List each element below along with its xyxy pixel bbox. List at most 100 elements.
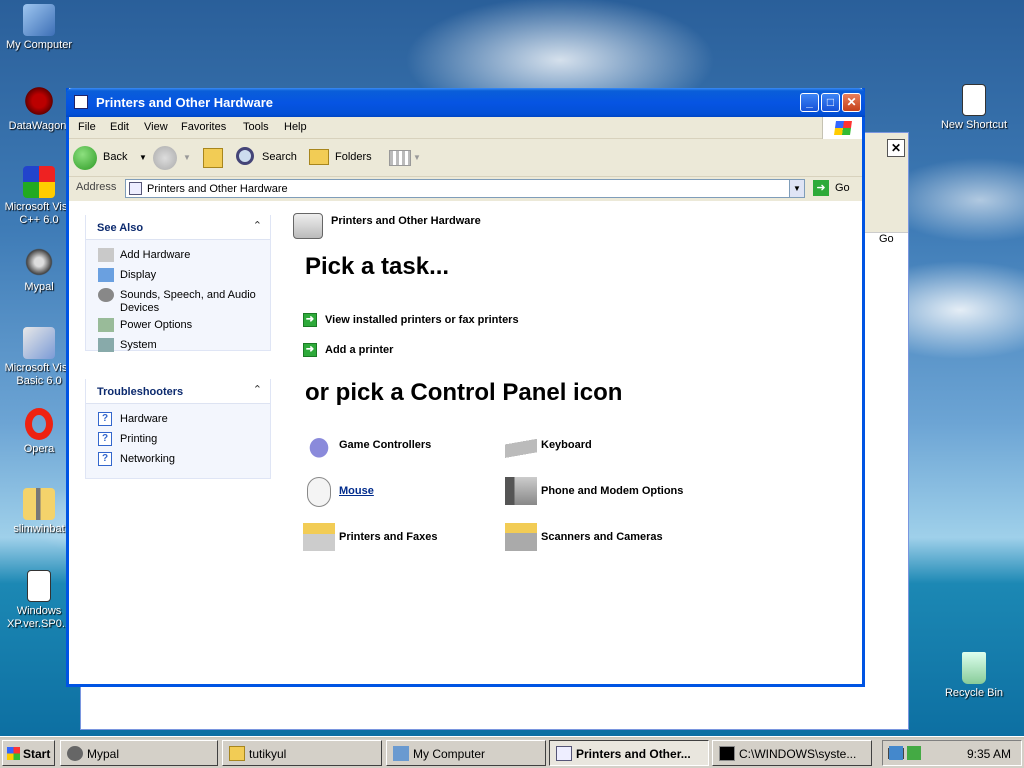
help-icon: ? [98, 452, 112, 466]
troubleshooter-networking[interactable]: ? Networking [86, 450, 270, 470]
maximize-button[interactable]: □ [821, 93, 840, 112]
collapse-chevron-icon[interactable]: ⌃ [253, 219, 262, 232]
mouse-icon [307, 477, 331, 507]
cp-game-controllers[interactable]: Game Controllers [303, 431, 483, 459]
task-view-printers[interactable]: ➜ View installed printers or fax printers [303, 313, 583, 329]
display-icon [98, 268, 114, 282]
pick-task-heading: Pick a task... [305, 253, 450, 280]
back-dropdown-icon[interactable]: ▼ [139, 153, 147, 162]
menu-bar: File Edit View Favorites Tools Help [69, 117, 862, 139]
network-tray-icon-2[interactable] [907, 746, 921, 760]
cp-mouse[interactable]: Mouse [303, 477, 483, 511]
raccoon-icon [23, 246, 55, 278]
system-tray: 9:35 AM [882, 740, 1022, 766]
gamepad-icon [303, 431, 335, 459]
search-icon [236, 147, 254, 165]
raccoon-icon [67, 746, 83, 761]
datawagon-icon [23, 85, 55, 117]
up-folder-button[interactable] [201, 146, 227, 170]
menu-help[interactable]: Help [284, 121, 307, 133]
desktop-icon-label: My Computer [5, 39, 73, 51]
desktop-icon-my-computer[interactable]: My Computer [0, 4, 78, 52]
console-icon [719, 746, 735, 761]
printer-folder-icon [303, 523, 335, 551]
main-window[interactable]: Printers and Other Hardware _ □ ✕ File E… [66, 88, 865, 687]
taskbar-command-prompt[interactable]: C:\WINDOWS\syste... [712, 740, 872, 766]
address-dropdown-button[interactable]: ▼ [789, 180, 804, 197]
keyboard-icon [505, 431, 537, 459]
folder-icon [309, 149, 329, 165]
document-icon [27, 570, 51, 602]
see-also-system[interactable]: System [86, 336, 270, 356]
see-also-display[interactable]: Display [86, 266, 270, 286]
phone-icon [505, 477, 537, 505]
speaker-icon [98, 288, 114, 302]
desktop-icon-label: New Shortcut [940, 119, 1008, 131]
forward-dropdown-icon[interactable]: ▼ [183, 153, 191, 162]
minimize-button[interactable]: _ [800, 93, 819, 112]
cp-printers-faxes[interactable]: Printers and Faxes [303, 523, 483, 553]
desktop-icon-recycle-bin[interactable]: Recycle Bin [935, 652, 1013, 700]
taskbar: Start Mypal tutikyul My Computer Printer… [0, 736, 1024, 768]
add-hardware-icon [98, 248, 114, 262]
troubleshooter-hardware[interactable]: ? Hardware [86, 410, 270, 430]
troubleshooters-panel: Troubleshooters ⌃ ? Hardware ? Printing ? N… [85, 379, 271, 479]
cp-phone-modem[interactable]: Phone and Modem Options [505, 477, 705, 507]
desktop-icon-label: Recycle Bin [944, 687, 1004, 699]
taskbar-mypal[interactable]: Mypal [60, 740, 218, 766]
back-button[interactable]: Back ▼ [73, 146, 153, 170]
folders-button[interactable]: Folders [307, 146, 377, 170]
windows-logo-icon [822, 117, 862, 139]
cp-keyboard[interactable]: Keyboard [505, 431, 685, 459]
recycle-bin-icon [962, 652, 986, 684]
clock: 9:35 AM [966, 747, 1011, 761]
visual-basic-icon [23, 327, 55, 359]
task-add-printer[interactable]: ➜ Add a printer [303, 343, 503, 359]
opera-icon [25, 408, 53, 440]
menu-edit[interactable]: Edit [110, 121, 129, 133]
forward-button[interactable]: ▼ [153, 146, 193, 170]
taskbar-printers[interactable]: Printers and Other... [549, 740, 709, 766]
category-printer-icon [293, 213, 323, 239]
troubleshooters-header[interactable]: Troubleshooters ⌃ [86, 379, 270, 404]
printer-small-icon [129, 182, 142, 195]
address-label: Address [76, 181, 117, 193]
back-arrow-icon [73, 146, 97, 170]
see-also-add-hardware[interactable]: Add Hardware [86, 246, 270, 266]
pick-icon-heading: or pick a Control Panel icon [305, 379, 623, 406]
taskbar-my-computer[interactable]: My Computer [386, 740, 546, 766]
window-titlebar[interactable]: Printers and Other Hardware _ □ ✕ [66, 88, 865, 117]
content-area: See Also ⌃ Add Hardware Display Sounds, … [69, 201, 862, 684]
window-title: Printers and Other Hardware [96, 95, 273, 110]
desktop-icon-new-shortcut[interactable]: New Shortcut [935, 84, 1013, 132]
menu-favorites[interactable]: Favorites [181, 121, 226, 133]
visual-cpp-icon [23, 166, 55, 198]
see-also-header[interactable]: See Also ⌃ [86, 215, 270, 240]
go-button[interactable]: ➜ Go [813, 180, 857, 198]
menu-tools[interactable]: Tools [243, 121, 269, 133]
collapse-chevron-icon[interactable]: ⌃ [253, 383, 262, 396]
printer-small-icon [556, 746, 572, 761]
background-go-label[interactable]: Go [879, 233, 894, 245]
search-button[interactable]: Search [234, 146, 302, 170]
views-button[interactable]: ▼ [387, 146, 421, 170]
see-also-power-options[interactable]: Power Options [86, 316, 270, 336]
taskbar-tutikyul[interactable]: tutikyul [222, 740, 382, 766]
views-dropdown-icon: ▼ [413, 153, 421, 162]
toolbar: Back ▼ ▼ Search Folders ▼ [69, 139, 862, 177]
computer-icon [23, 4, 55, 36]
close-button[interactable]: ✕ [842, 93, 861, 112]
menu-file[interactable]: File [78, 121, 96, 133]
network-tray-icon[interactable] [889, 746, 903, 760]
printer-window-icon [74, 95, 88, 109]
views-icon [389, 150, 411, 166]
cp-scanners-cameras[interactable]: Scanners and Cameras [505, 523, 705, 553]
troubleshooter-printing[interactable]: ? Printing [86, 430, 270, 450]
system-icon [98, 338, 114, 352]
address-input[interactable]: Printers and Other Hardware ▼ [125, 179, 805, 198]
menu-view[interactable]: View [144, 121, 168, 133]
help-icon: ? [98, 412, 112, 426]
start-button[interactable]: Start [2, 740, 55, 766]
background-close-button[interactable]: ✕ [887, 139, 905, 157]
see-also-sounds[interactable]: Sounds, Speech, and Audio Devices [86, 286, 270, 316]
